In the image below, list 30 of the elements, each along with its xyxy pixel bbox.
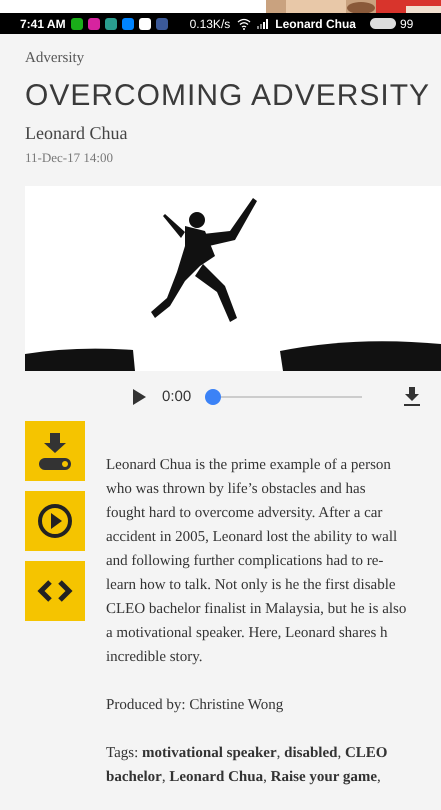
download-button[interactable] [25, 421, 85, 481]
seek-thumb[interactable] [205, 389, 222, 405]
category-label[interactable]: Adversity [25, 47, 84, 69]
battery-icon [370, 18, 396, 29]
embed-button[interactable] [25, 561, 85, 621]
app-icon [156, 18, 168, 30]
app-icon [104, 18, 117, 30]
app-icon [70, 18, 83, 30]
code-icon [37, 580, 73, 602]
download-icon[interactable] [404, 387, 420, 407]
play-icon [38, 504, 72, 538]
play-icon[interactable] [133, 389, 146, 405]
battery-percent: 99 [400, 16, 414, 32]
network-speed: 0.13K/s [190, 16, 230, 32]
wifi-icon [237, 18, 252, 30]
play-button[interactable] [25, 491, 85, 551]
signal-icon [257, 18, 270, 28]
status-time: 7:41 AM [20, 16, 66, 32]
playback-time: 0:00 [162, 386, 192, 407]
author-name: Leonard Chua [25, 122, 128, 145]
app-icon [122, 18, 134, 30]
carrier-name: Leonard Chua [275, 16, 356, 32]
article-title: OVERCOMING ADVERSITY [25, 78, 430, 114]
app-icon [88, 18, 100, 30]
publish-date: 11-Dec-17 14:00 [25, 149, 113, 167]
producer-credit: Produced by: Christine Wong [106, 696, 284, 715]
app-icon [138, 18, 151, 30]
download-icon [39, 433, 71, 470]
tags-text: Tags: motivational speaker, disabled, CLEO bachelor, Leonard Chua, Raise your game, [106, 744, 388, 787]
article-body: Leonard Chua is the prime example of a person who was thrown by life’s obstacles and has fought hard to overcome adversity. After a car accident in 2005, Leonard lost the ability to wall and following further complications had to re- learn how to talk. Not only is he the first disable CLEO bachelor finalist in Malaysia, but he is also a motivational speaker. Here, Leonard shares h incredible story. [106, 456, 408, 667]
